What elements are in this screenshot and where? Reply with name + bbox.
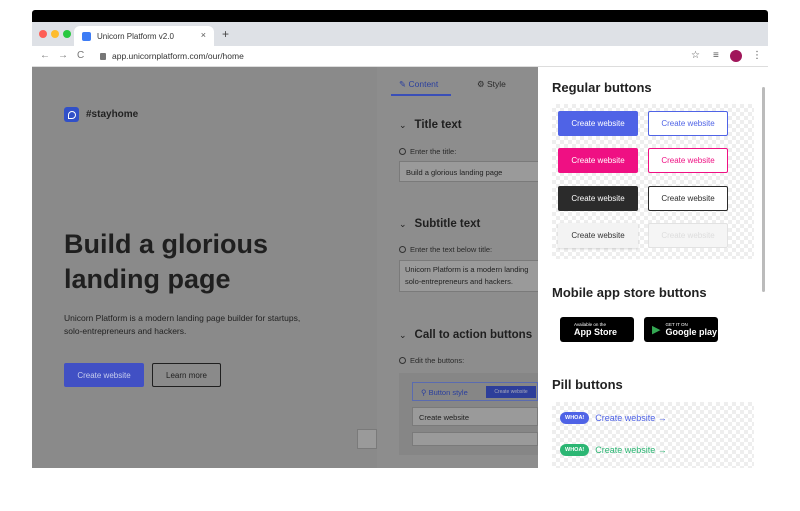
cta-buttons-heading[interactable]: ⌄ Call to action buttons (399, 329, 532, 341)
browser-menu-icon[interactable]: ⋮ (752, 50, 762, 61)
pill-button-green[interactable]: WHOA! Create website → (560, 441, 667, 459)
brand-name: #stayhome (86, 109, 139, 120)
button-style-selector[interactable]: ⚲ Button style Create website (412, 382, 538, 401)
save-icon[interactable] (357, 429, 377, 449)
favicon-icon (82, 31, 91, 41)
close-window-dot[interactable] (39, 30, 47, 38)
cta-button-text-input[interactable]: Create website (412, 407, 538, 426)
app-content: #stayhome Build a glorious landing page … (32, 67, 768, 468)
back-arrow-icon[interactable]: ← (40, 50, 50, 61)
browser-window: Unicorn Platform v2.0 × + ← → C app.unic… (32, 22, 768, 468)
pill-label: Create website → (595, 413, 667, 423)
url-text: app.unicornplatform.com/our/home (112, 51, 244, 61)
new-tab-button[interactable]: + (222, 27, 229, 41)
brush-icon: ⚲ (421, 388, 429, 397)
editor-panel: ✎ Content ⚙ Style ⌄ Title text Enter the … (357, 67, 539, 468)
url-field[interactable]: app.unicornplatform.com/our/home (100, 51, 244, 61)
chevron-down-icon: ⌄ (399, 219, 407, 229)
chevron-down-icon: ⌄ (399, 120, 407, 130)
profile-avatar[interactable] (730, 50, 742, 62)
panel-scrollbar[interactable] (762, 87, 765, 292)
dark-outline-button[interactable]: Create website (648, 186, 728, 211)
pill-button-blue[interactable]: WHOA! Create website → (560, 409, 667, 427)
subtitle-line-1: Unicorn Platform is a modern landing (405, 265, 529, 274)
tab-title: Unicorn Platform v2.0 (97, 31, 174, 41)
subtitle-text-heading[interactable]: ⌄ Subtitle text (399, 218, 480, 230)
light-outline-button[interactable]: Create website (648, 223, 728, 248)
hero-title: Build a glorious landing page (64, 229, 269, 294)
lock-icon (100, 53, 106, 60)
google-play-icon: ▶ (652, 324, 661, 336)
hero-subtitle: Unicorn Platform is a modern landing pag… (64, 313, 301, 336)
button-style-label: Button style (428, 388, 468, 397)
appstore-big-text: App Store (574, 327, 618, 337)
cta-hint: Edit the buttons: (399, 356, 464, 365)
brand-logo-icon (64, 107, 79, 122)
minimize-window-dot[interactable] (51, 30, 59, 38)
dark-solid-button[interactable]: Create website (558, 186, 638, 211)
info-icon (399, 357, 406, 364)
tab-style[interactable]: ⚙ Style (477, 79, 506, 90)
google-play-button[interactable]: ▶ GET IT ON Google play (644, 317, 718, 342)
bookmark-star-icon[interactable]: ☆ (691, 50, 700, 61)
pill-badge: WHOA! (560, 444, 590, 456)
pill-buttons-title: Pill buttons (552, 377, 623, 392)
blue-outline-button[interactable]: Create website (648, 111, 728, 136)
pink-outline-button[interactable]: Create website (648, 148, 728, 173)
regular-buttons-grid: Create website Create website Create web… (552, 104, 754, 259)
app-store-button[interactable]: Available on the App Store (560, 317, 634, 342)
pill-badge: WHOA! (560, 412, 590, 424)
landing-preview: #stayhome Build a glorious landing page … (32, 67, 377, 468)
subtitle-hint: Enter the text below title: (399, 245, 492, 254)
reload-icon[interactable]: C (77, 50, 84, 61)
blue-solid-button[interactable]: Create website (558, 111, 638, 136)
light-solid-button[interactable]: Create website (558, 223, 638, 248)
info-icon (399, 246, 406, 253)
googleplay-big-text: Google play (665, 327, 717, 337)
mobile-store-buttons-title: Mobile app store buttons (552, 285, 707, 300)
active-tab-indicator (391, 94, 451, 96)
screen: Unicorn Platform v2.0 × + ← → C app.unic… (0, 0, 800, 511)
tab-strip: Unicorn Platform v2.0 × + (32, 22, 768, 46)
address-bar: ← → C app.unicornplatform.com/our/home ☆… (32, 46, 768, 67)
browser-tab[interactable]: Unicorn Platform v2.0 × (74, 26, 214, 46)
subtitle-line-2: solo-entrepreneurs and hackers. (405, 277, 513, 286)
media-playlist-icon[interactable]: ≡ (713, 50, 719, 61)
title-hint: Enter the title: (399, 147, 456, 156)
tab-close-icon[interactable]: × (201, 30, 206, 40)
title-input[interactable]: Build a glorious landing page (399, 161, 539, 182)
pink-solid-button[interactable]: Create website (558, 148, 638, 173)
button-picker-panel: Regular buttons Create website Create we… (538, 67, 768, 468)
pill-label: Create website → (595, 445, 667, 455)
title-text-heading[interactable]: ⌄ Title text (399, 119, 462, 131)
chevron-down-icon: ⌄ (399, 330, 407, 340)
button-style-preview: Create website (486, 386, 536, 398)
hero-create-website-button[interactable]: Create website (64, 363, 144, 387)
hero-learn-more-button[interactable]: Learn more (152, 363, 221, 387)
regular-buttons-title: Regular buttons (552, 80, 652, 95)
window-top-edge (32, 10, 768, 22)
cta-link-input[interactable] (412, 432, 538, 446)
info-icon (399, 148, 406, 155)
forward-arrow-icon[interactable]: → (58, 50, 68, 61)
tab-content[interactable]: ✎ Content (399, 79, 438, 90)
maximize-window-dot[interactable] (63, 30, 71, 38)
subtitle-textarea[interactable]: Unicorn Platform is a modern landing sol… (399, 260, 539, 292)
